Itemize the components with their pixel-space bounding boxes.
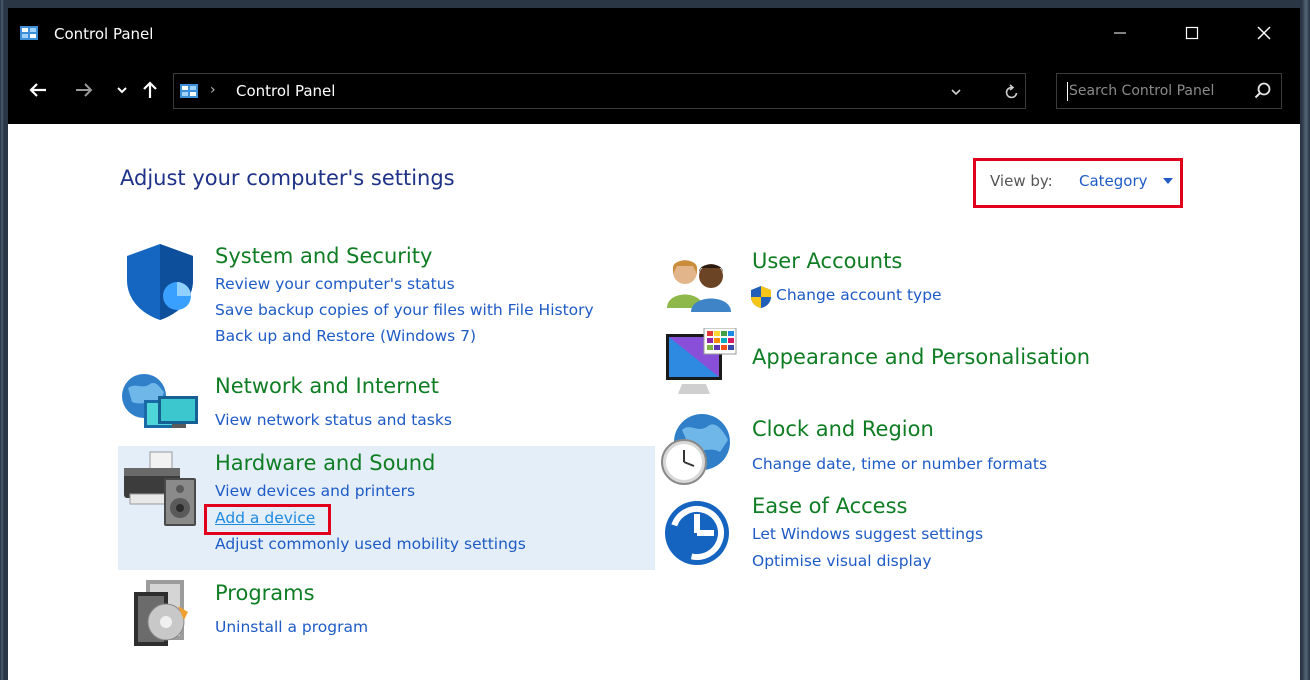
control-panel-crumb-icon xyxy=(180,84,198,98)
control-panel-window: Control Panel › Control Panel Search Con… xyxy=(8,8,1300,680)
network-globe-icon[interactable] xyxy=(120,370,200,436)
link-change-account-type[interactable]: Change account type xyxy=(776,286,942,304)
link-mobility-settings[interactable]: Adjust commonly used mobility settings xyxy=(215,535,526,553)
back-button[interactable] xyxy=(26,78,50,102)
address-bar: › Control Panel xyxy=(8,58,1300,124)
page-title: Adjust your computer's settings xyxy=(120,166,455,190)
text-caret xyxy=(1067,82,1068,101)
search-icon[interactable] xyxy=(1253,81,1273,101)
category-user-accounts[interactable]: User Accounts xyxy=(752,249,902,273)
maximize-button[interactable] xyxy=(1156,8,1228,58)
category-ease-of-access[interactable]: Ease of Access xyxy=(752,494,907,518)
link-optimise-display[interactable]: Optimise visual display xyxy=(752,552,932,570)
programs-disc-icon[interactable] xyxy=(128,576,190,648)
chevron-down-icon xyxy=(117,87,127,94)
control-panel-app-icon xyxy=(20,26,38,40)
arrow-right-icon xyxy=(76,83,93,97)
breadcrumb-separator[interactable]: › xyxy=(210,82,216,98)
link-review-status[interactable]: Review your computer's status xyxy=(215,275,455,293)
link-uninstall-program[interactable]: Uninstall a program xyxy=(215,618,368,636)
user-accounts-icon[interactable] xyxy=(663,254,735,314)
arrow-up-icon xyxy=(143,81,157,98)
breadcrumb-control-panel[interactable]: Control Panel xyxy=(236,82,335,100)
chevron-down-icon xyxy=(951,89,961,96)
appearance-monitor-icon[interactable] xyxy=(662,328,740,400)
link-date-time-formats[interactable]: Change date, time or number formats xyxy=(752,455,1047,473)
window-title: Control Panel xyxy=(54,25,154,43)
recent-locations-button[interactable] xyxy=(110,78,134,102)
minimize-icon xyxy=(1114,32,1126,34)
title-bar: Control Panel xyxy=(8,8,1300,58)
refresh-icon xyxy=(1005,84,1018,99)
maximize-icon xyxy=(1185,26,1199,40)
forward-button[interactable] xyxy=(72,78,96,102)
view-by-highlight: View by: Category xyxy=(973,158,1183,208)
category-appearance[interactable]: Appearance and Personalisation xyxy=(752,345,1090,369)
uac-shield-icon xyxy=(751,286,771,308)
link-add-device[interactable]: Add a device xyxy=(215,509,315,527)
category-hardware-sound[interactable]: Hardware and Sound xyxy=(215,451,435,475)
minimize-button[interactable] xyxy=(1084,8,1156,58)
address-dropdown-button[interactable] xyxy=(944,80,968,104)
link-file-history[interactable]: Save backup copies of your files with Fi… xyxy=(215,301,594,319)
link-backup-restore[interactable]: Back up and Restore (Windows 7) xyxy=(215,327,476,345)
arrow-left-icon xyxy=(29,83,46,97)
search-input[interactable] xyxy=(1069,76,1249,106)
link-devices-printers[interactable]: View devices and printers xyxy=(215,482,415,500)
view-by-dropdown[interactable]: Category xyxy=(1079,172,1148,190)
view-by-label: View by: xyxy=(990,172,1053,190)
search-box[interactable] xyxy=(1056,73,1282,109)
category-clock-region[interactable]: Clock and Region xyxy=(752,417,934,441)
up-button[interactable] xyxy=(138,78,162,102)
link-windows-suggest[interactable]: Let Windows suggest settings xyxy=(752,525,983,543)
clock-globe-icon[interactable] xyxy=(658,412,734,488)
link-network-status[interactable]: View network status and tasks xyxy=(215,411,452,429)
close-button[interactable] xyxy=(1228,8,1300,58)
main-content: Adjust your computer's settings View by:… xyxy=(8,124,1300,680)
printer-speaker-icon[interactable] xyxy=(120,450,202,530)
category-programs[interactable]: Programs xyxy=(215,581,315,605)
refresh-button[interactable] xyxy=(1000,80,1024,104)
address-field[interactable]: › Control Panel xyxy=(173,73,1026,109)
shield-icon[interactable] xyxy=(123,242,197,322)
category-system-security[interactable]: System and Security xyxy=(215,244,432,268)
ease-of-access-icon[interactable] xyxy=(662,498,732,568)
close-icon xyxy=(1257,26,1271,40)
dropdown-arrow-icon[interactable] xyxy=(1163,178,1173,185)
category-network-internet[interactable]: Network and Internet xyxy=(215,374,439,398)
